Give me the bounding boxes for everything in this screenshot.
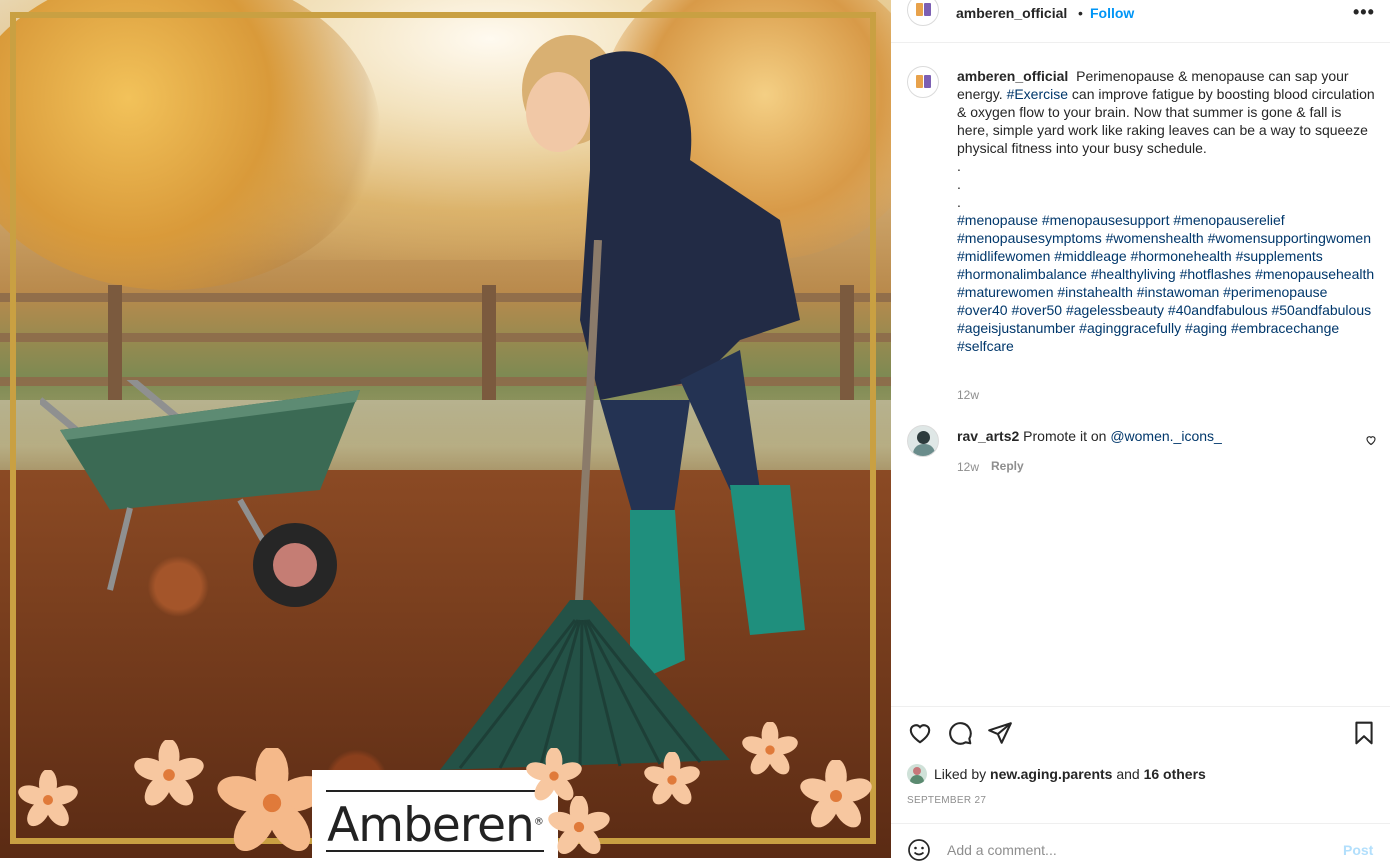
likes-others-link[interactable]: 16 others <box>1144 766 1206 782</box>
hashtag-list[interactable]: #menopause #menopausesupport #menopauser… <box>957 211 1377 355</box>
logo-rule <box>326 850 544 852</box>
flower-decoration <box>644 752 700 805</box>
brand-logo-text: Amberen® <box>327 798 544 853</box>
caption-timestamp[interactable]: 12w <box>957 388 979 402</box>
commenter-avatar[interactable] <box>907 425 939 457</box>
brand-logo: Amberen® <box>312 770 558 858</box>
post-image[interactable]: Amberen® <box>0 0 891 858</box>
reply-button[interactable]: Reply <box>991 459 1024 473</box>
divider <box>891 823 1390 824</box>
post-caption: amberen_official Perimenopause & menopau… <box>957 67 1377 355</box>
bookmark-icon[interactable] <box>1351 720 1377 746</box>
flower-decoration <box>742 722 798 775</box>
flower-decoration <box>134 740 204 806</box>
header-separator: • <box>1078 5 1083 21</box>
comment-icon[interactable] <box>947 720 973 746</box>
likes-text: Liked by new.aging.parents and 16 others <box>934 766 1206 782</box>
commenter-username[interactable]: rav_arts2 <box>957 428 1019 444</box>
heart-icon[interactable] <box>907 720 933 746</box>
header-username[interactable]: amberen_official <box>956 5 1067 21</box>
post-comment-button[interactable]: Post <box>1343 842 1373 858</box>
flower-decoration <box>18 770 78 827</box>
flower-decoration <box>800 760 872 828</box>
hashtag-link[interactable]: #Exercise <box>1007 86 1068 102</box>
caption-username[interactable]: amberen_official <box>957 68 1068 84</box>
emoji-smiley-icon[interactable] <box>907 838 931 862</box>
share-paper-plane-icon[interactable] <box>987 720 1013 746</box>
comment-text: Promote it on <box>1023 428 1107 444</box>
liker-username-link[interactable]: new.aging.parents <box>990 766 1112 782</box>
comment-timestamp[interactable]: 12w <box>957 460 979 474</box>
avatar[interactable] <box>907 0 939 26</box>
logo-rule <box>326 790 544 792</box>
add-comment-input[interactable] <box>947 842 1327 858</box>
post-details-panel: amberen_official • Follow ••• amberen_of… <box>891 0 1390 861</box>
more-options-icon[interactable]: ••• <box>1353 2 1375 23</box>
comment-mention-link[interactable]: @women._icons_ <box>1110 428 1222 444</box>
comment: rav_arts2 Promote it on @women._icons_ <box>957 427 1222 445</box>
caption-avatar[interactable] <box>907 66 939 98</box>
caption-spacer-dots: . . . <box>957 158 961 210</box>
comment-like-heart-icon[interactable] <box>1365 434 1377 446</box>
divider <box>891 706 1390 707</box>
gold-frame <box>10 12 876 844</box>
liker-avatar[interactable] <box>907 764 927 784</box>
flower-decoration <box>548 796 610 855</box>
follow-button[interactable]: Follow <box>1090 5 1134 21</box>
post-header: amberen_official • Follow ••• <box>891 0 1390 43</box>
post-date[interactable]: SEPTEMBER 27 <box>907 795 986 806</box>
